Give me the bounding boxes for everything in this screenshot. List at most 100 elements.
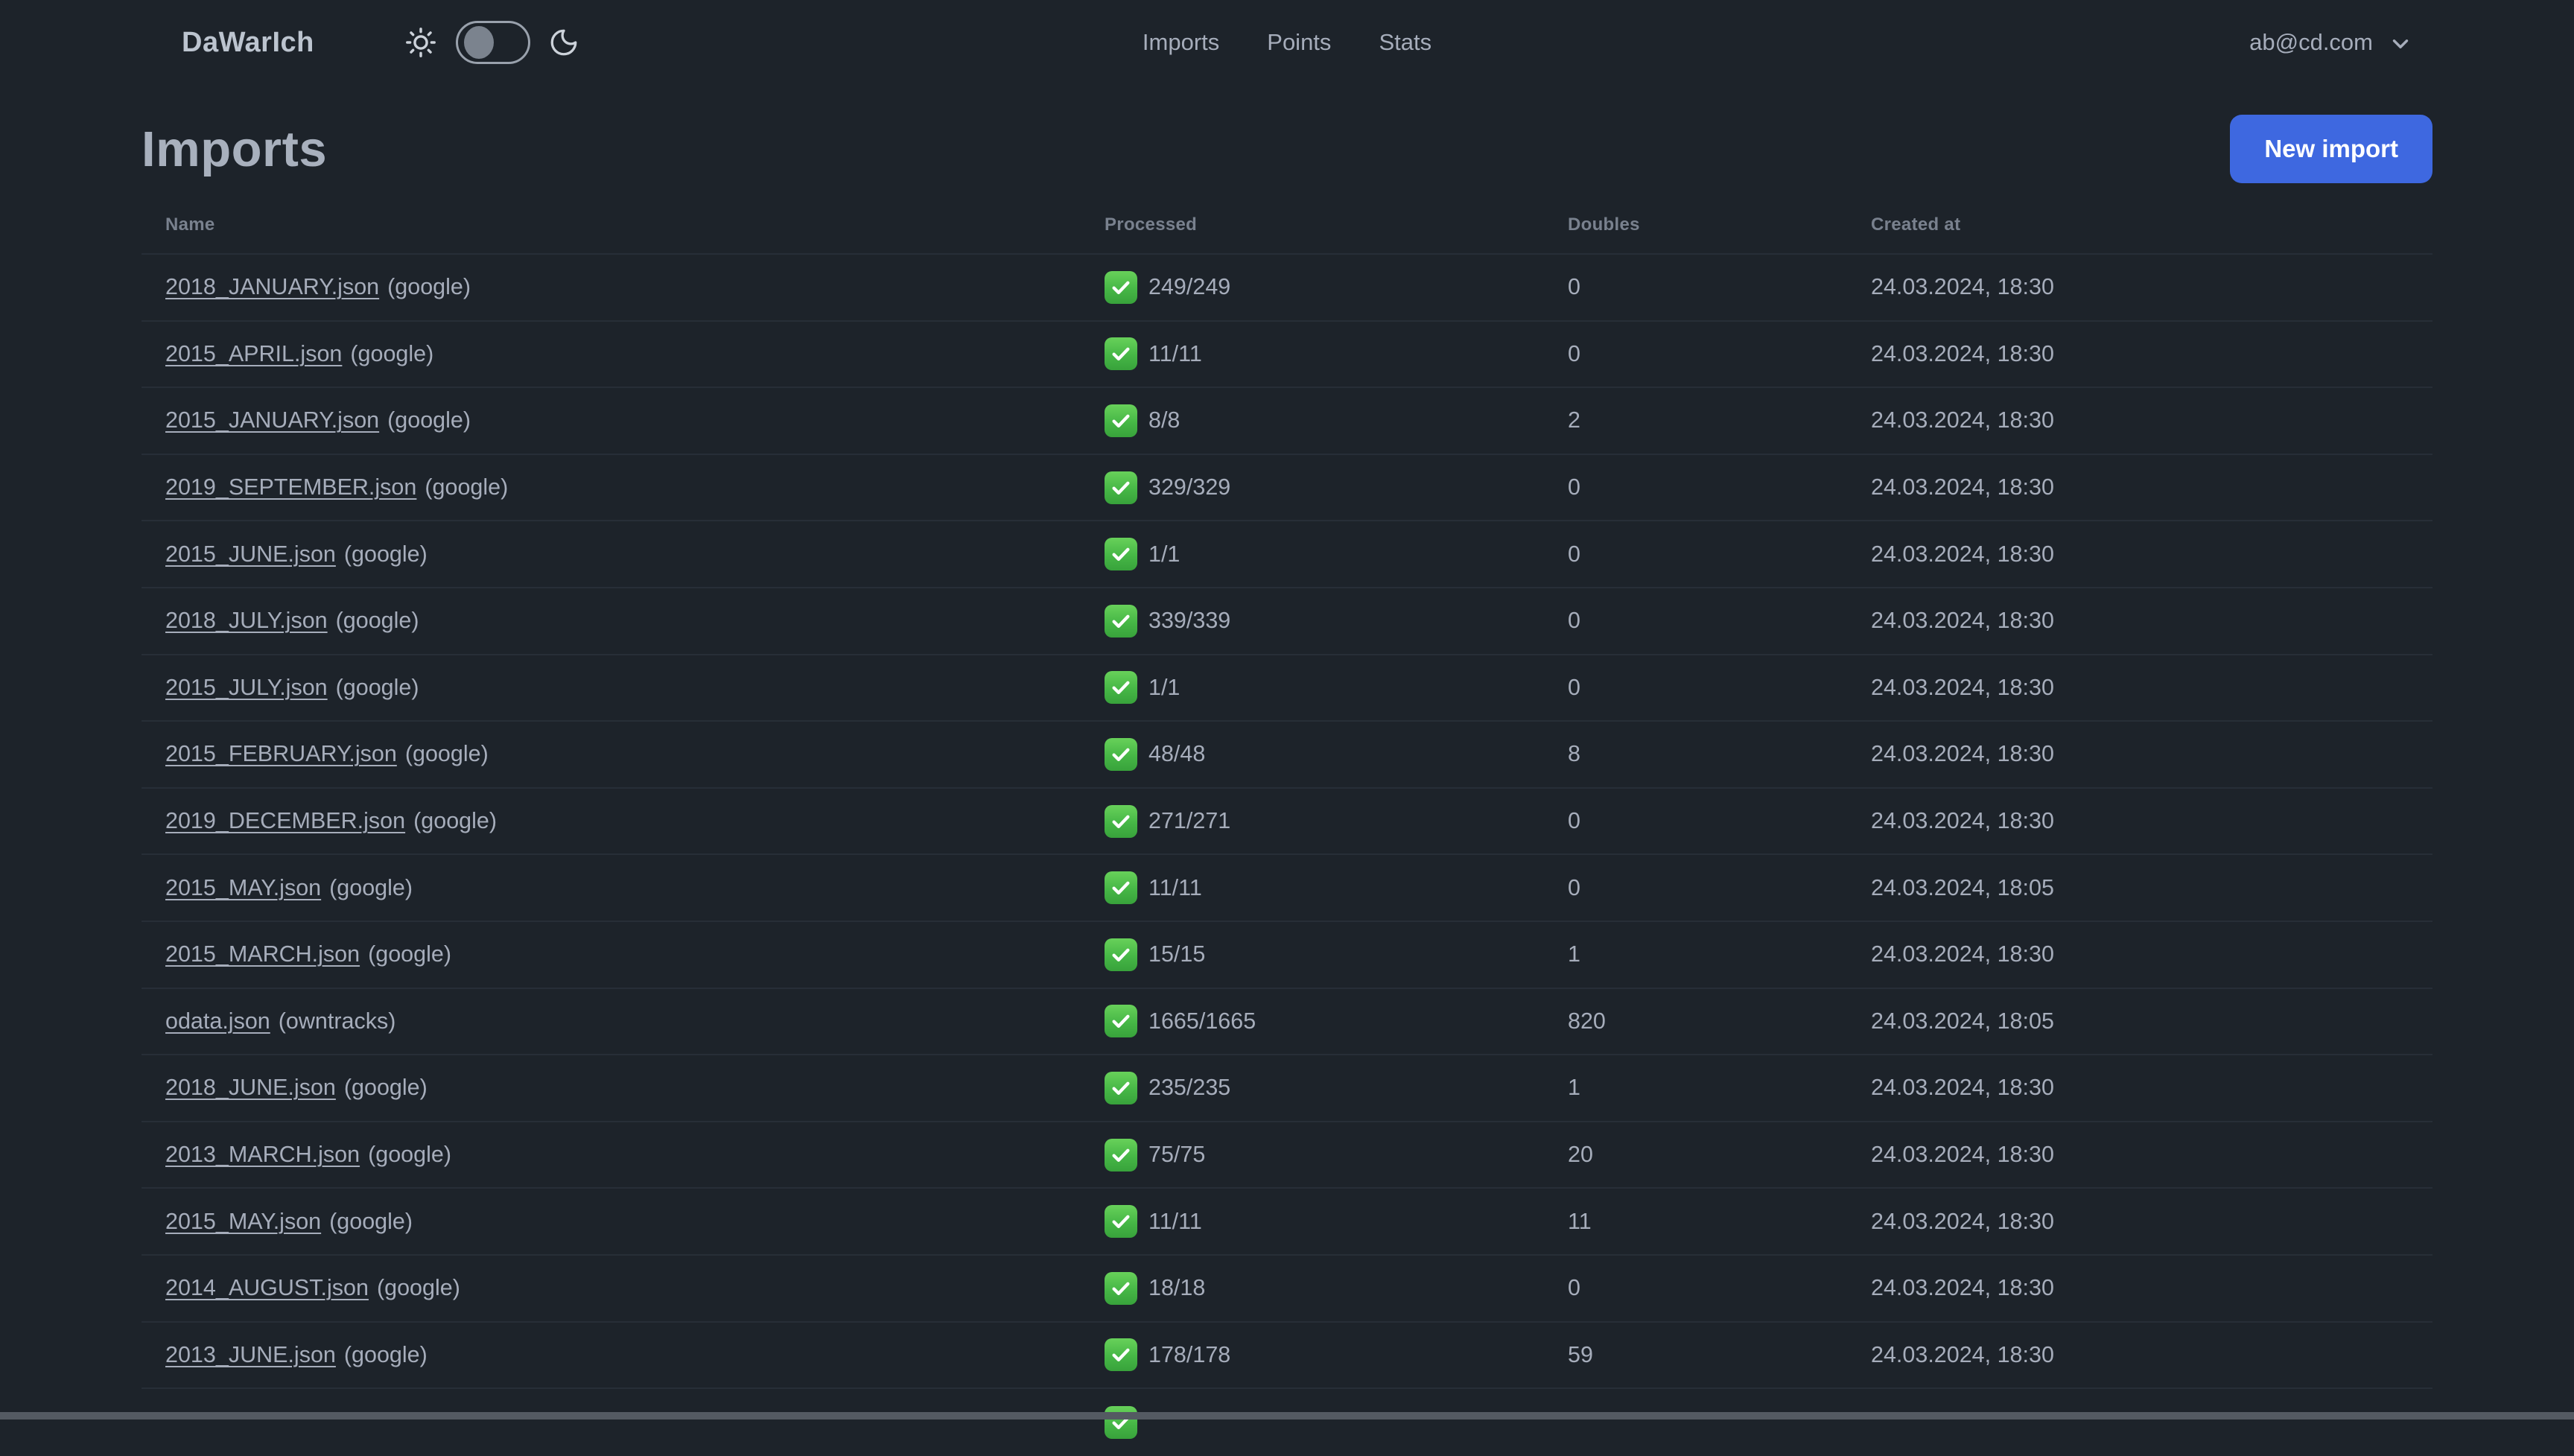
processed-cell: 235/235 xyxy=(1081,1071,1544,1104)
name-cell: 2018_JANUARY.json (google) xyxy=(142,274,1081,300)
import-file-link[interactable]: 2018_JANUARY.json xyxy=(165,274,379,300)
import-file-link[interactable]: 2015_JULY.json xyxy=(165,675,328,701)
check-icon xyxy=(1105,1271,1137,1305)
processed-cell: 8/8 xyxy=(1081,404,1544,437)
app-header: DaWarIch Imports Points Stats ab@cd.com xyxy=(0,0,2574,85)
nav-link-stats[interactable]: Stats xyxy=(1379,29,1431,56)
import-file-link[interactable]: 2014_AUGUST.json xyxy=(165,1275,369,1301)
processed-cell: 11/11 xyxy=(1081,337,1544,371)
column-header-created-at: Created at xyxy=(1871,214,1961,235)
processed-count: 18/18 xyxy=(1148,1275,1206,1301)
moon-icon xyxy=(548,27,579,58)
check-icon xyxy=(1105,404,1137,437)
table-row: 2013_MARCH.json (google) 75/75 20 24.03.… xyxy=(142,1122,2432,1189)
processed-cell: 75/75 xyxy=(1081,1138,1544,1172)
import-file-link[interactable]: 2018_JUNE.json xyxy=(165,1075,336,1101)
created-at-cell: 24.03.2024, 18:30 xyxy=(1871,1275,2054,1301)
table-row: 2015_MARCH.json (google) 15/15 1 24.03.2… xyxy=(142,922,2432,989)
import-file-link[interactable]: 2013_MARCH.json xyxy=(165,1142,360,1168)
check-icon xyxy=(1105,538,1137,571)
import-file-link[interactable]: 2015_MAY.json xyxy=(165,1209,321,1235)
import-source-label: (owntracks) xyxy=(278,1008,396,1034)
processed-cell: 329/329 xyxy=(1081,471,1544,504)
doubles-cell: 20 xyxy=(1568,1142,1593,1168)
processed-count: 48/48 xyxy=(1148,741,1206,767)
table-row: 2015_JULY.json (google) 1/1 0 24.03.2024… xyxy=(142,655,2432,722)
created-at-cell: 24.03.2024, 18:30 xyxy=(1871,1341,2054,1367)
check-icon xyxy=(1105,1338,1137,1372)
import-source-label: (google) xyxy=(329,874,413,900)
name-cell: 2018_JUNE.json (google) xyxy=(142,1075,1081,1101)
created-at-cell: 24.03.2024, 18:30 xyxy=(1871,1208,2054,1234)
import-source-label: (google) xyxy=(425,474,509,500)
brand-logo[interactable]: DaWarIch xyxy=(182,27,314,59)
import-file-link[interactable]: 2018_JULY.json xyxy=(165,608,328,634)
import-source-label: (google) xyxy=(404,741,489,767)
import-source-label: (google) xyxy=(387,407,471,433)
import-file-link[interactable]: 2015_MARCH.json xyxy=(165,941,360,967)
table-row: 2015_JUNE.json (google) 1/1 0 24.03.2024… xyxy=(142,521,2432,588)
import-file-link[interactable]: odata.json xyxy=(165,1008,270,1034)
imports-page: Imports New import Name Processed Double… xyxy=(0,112,2574,1456)
doubles-cell: 1 xyxy=(1568,941,1580,967)
created-at-cell: 24.03.2024, 18:30 xyxy=(1871,941,2054,967)
horizontal-scrollbar[interactable] xyxy=(0,1412,2574,1420)
processed-cell: 48/48 xyxy=(1081,737,1544,771)
check-icon xyxy=(1105,1405,1137,1439)
doubles-cell: 8 xyxy=(1568,741,1580,767)
import-source-label: (google) xyxy=(413,808,498,834)
theme-toggle[interactable] xyxy=(456,21,530,64)
import-file-link[interactable]: 2015_FEBRUARY.json xyxy=(165,741,397,767)
import-file-link[interactable]: 2019_DECEMBER.json xyxy=(165,808,405,834)
doubles-cell: 0 xyxy=(1568,874,1580,900)
name-cell: 2015_APRIL.json (google) xyxy=(142,341,1081,367)
processed-count: 15/15 xyxy=(1148,941,1206,967)
created-at-cell: 24.03.2024, 18:30 xyxy=(1871,474,2054,500)
doubles-cell: 59 xyxy=(1568,1341,1593,1367)
nav-link-points[interactable]: Points xyxy=(1267,29,1331,56)
new-import-button[interactable]: New import xyxy=(2230,115,2432,183)
name-cell: 2015_JANUARY.json (google) xyxy=(142,407,1081,433)
created-at-cell: 24.03.2024, 18:05 xyxy=(1871,874,2054,900)
processed-cell: 249/249 xyxy=(1081,270,1544,304)
import-file-link[interactable]: 2015_JUNE.json xyxy=(165,541,336,568)
name-cell: 2015_JUNE.json (google) xyxy=(142,541,1081,568)
user-menu[interactable]: ab@cd.com xyxy=(2249,28,2413,57)
imports-table: Name Processed Doubles Created at 2018_J… xyxy=(142,197,2432,1456)
check-icon xyxy=(1105,1005,1137,1038)
table-row: 2015_FEBRUARY.json (google) 48/48 8 24.0… xyxy=(142,722,2432,789)
processed-count: 271/271 xyxy=(1148,808,1231,834)
column-header-processed: Processed xyxy=(1105,214,1198,235)
created-at-cell: 24.03.2024, 18:30 xyxy=(1871,407,2054,433)
created-at-cell: 24.03.2024, 18:30 xyxy=(1871,1075,2054,1101)
processed-count: 1/1 xyxy=(1148,541,1180,567)
import-file-link[interactable]: 2015_MAY.json xyxy=(165,875,321,901)
check-icon xyxy=(1105,737,1137,771)
user-email: ab@cd.com xyxy=(2249,29,2373,55)
import-source-label: (google) xyxy=(387,274,471,300)
processed-count: 11/11 xyxy=(1148,874,1202,900)
processed-count: 329/329 xyxy=(1148,474,1231,500)
name-cell: 2015_FEBRUARY.json (google) xyxy=(142,741,1081,767)
table-row xyxy=(142,1389,2432,1456)
doubles-cell: 0 xyxy=(1568,340,1580,366)
name-cell: 2013_MARCH.json (google) xyxy=(142,1142,1081,1168)
processed-count: 339/339 xyxy=(1148,608,1231,634)
import-file-link[interactable]: 2019_SEPTEMBER.json xyxy=(165,474,416,500)
processed-cell: 1/1 xyxy=(1081,671,1544,705)
doubles-cell: 0 xyxy=(1568,474,1580,500)
processed-cell: 339/339 xyxy=(1081,604,1544,638)
import-file-link[interactable]: 2015_APRIL.json xyxy=(165,341,342,367)
processed-count: 75/75 xyxy=(1148,1142,1206,1168)
processed-count: 11/11 xyxy=(1148,340,1202,366)
table-row: 2015_JANUARY.json (google) 8/8 2 24.03.2… xyxy=(142,388,2432,455)
import-file-link[interactable]: 2015_JANUARY.json xyxy=(165,407,379,433)
nav-link-imports[interactable]: Imports xyxy=(1143,29,1219,56)
import-file-link[interactable]: 2013_JUNE.json xyxy=(165,1342,336,1368)
table-row: 2015_APRIL.json (google) 11/11 0 24.03.2… xyxy=(142,322,2432,389)
column-header-doubles: Doubles xyxy=(1568,214,1640,235)
import-source-label: (google) xyxy=(335,674,419,700)
import-source-label: (google) xyxy=(343,541,428,567)
import-source-label: (google) xyxy=(376,1275,460,1301)
name-cell: 2015_MAY.json (google) xyxy=(142,875,1081,901)
